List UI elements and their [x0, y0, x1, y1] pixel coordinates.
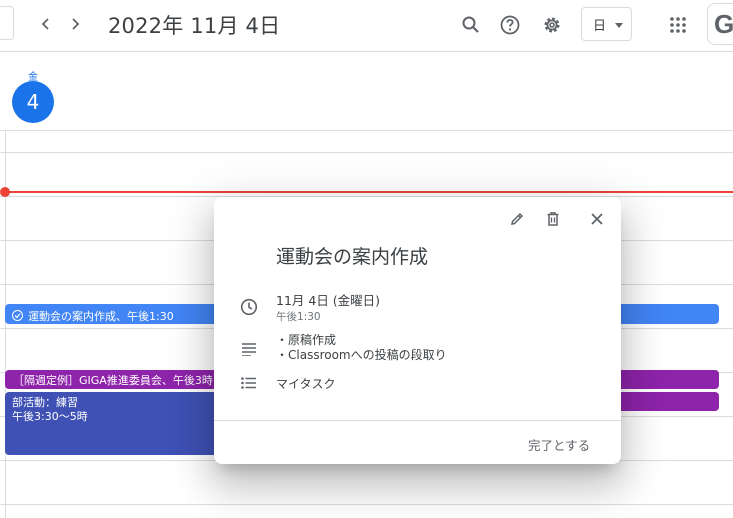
today-button[interactable] — [0, 6, 14, 40]
description-icon — [238, 338, 260, 360]
top-app-bar: 2022年 11月 4日 日 G — [0, 0, 733, 52]
event-description: ・原稿作成 ・Classroomへの投稿の段取り — [276, 333, 447, 363]
dropdown-caret-icon — [615, 23, 623, 28]
apps-button[interactable] — [663, 10, 693, 40]
description-line: ・原稿作成 — [276, 333, 337, 347]
club-event-title: 部活動：練習 — [12, 396, 78, 409]
clock-icon — [238, 296, 260, 318]
task-event-label: 運動会の案内作成、午後1:30 — [28, 309, 174, 323]
club-event-time: 午後3:30〜5時 — [12, 410, 88, 423]
chevron-right-icon — [72, 18, 80, 30]
check-circle-icon — [12, 310, 23, 321]
trash-icon — [547, 212, 559, 226]
current-date-title: 2022年 11月 4日 — [108, 14, 281, 38]
day-number-button[interactable]: 4 — [12, 81, 54, 123]
search-icon — [462, 16, 479, 33]
next-day-button[interactable] — [61, 10, 89, 38]
hour-line — [0, 152, 733, 153]
previous-day-button[interactable] — [32, 10, 60, 38]
google-account-button[interactable]: G — [707, 3, 733, 45]
event-date: 11月 4日 (金曜日) — [276, 293, 381, 308]
dialog-divider — [214, 420, 621, 421]
description-line: ・Classroomへの投稿の段取り — [276, 348, 447, 362]
grid-divider — [0, 130, 733, 131]
help-button[interactable] — [495, 10, 525, 40]
pencil-icon — [511, 212, 524, 225]
club-event-block[interactable]: 部活動：練習 午後3:30〜5時 — [5, 392, 217, 455]
close-button[interactable] — [583, 205, 611, 233]
hour-line — [0, 504, 733, 505]
delete-button[interactable] — [539, 205, 567, 233]
current-time-line — [5, 191, 733, 193]
gear-icon — [544, 17, 560, 33]
list-icon — [238, 372, 260, 394]
help-icon — [500, 15, 520, 35]
settings-button[interactable] — [537, 10, 567, 40]
apps-grid-icon — [670, 17, 686, 33]
close-icon — [591, 213, 603, 225]
task-list-name: マイタスク — [276, 377, 336, 391]
event-details-dialog: 運動会の案内作成 11月 4日 (金曜日) 午後1:30 ・原稿作成 ・Clas… — [214, 197, 621, 464]
mark-complete-button[interactable]: 完了とする — [528, 435, 590, 454]
search-button[interactable] — [456, 10, 486, 40]
event-title: 運動会の案内作成 — [276, 246, 429, 268]
edit-button[interactable] — [503, 205, 531, 233]
current-time-dot — [0, 187, 10, 197]
chevron-left-icon — [41, 18, 49, 30]
event-time: 午後1:30 — [276, 311, 321, 323]
view-switcher[interactable]: 日 — [581, 7, 632, 41]
view-switcher-label: 日 — [593, 18, 607, 34]
